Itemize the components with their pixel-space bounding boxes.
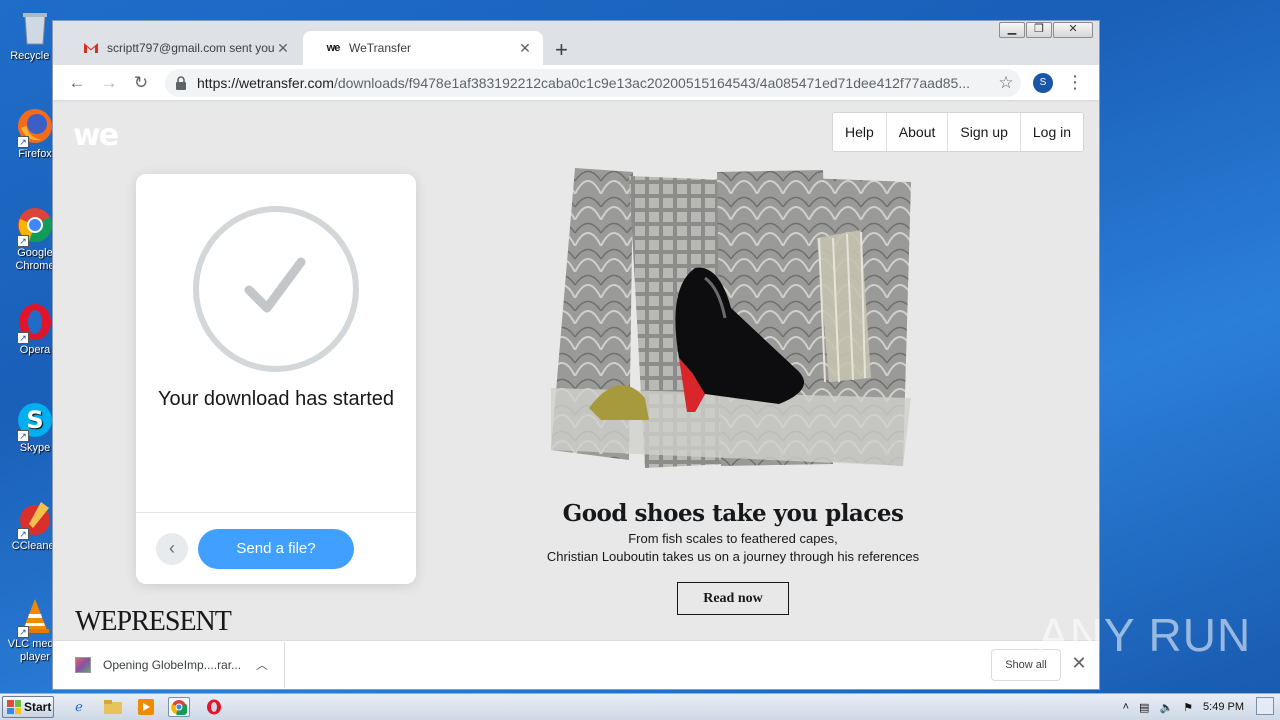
shortcut-arrow-icon: ↗ <box>17 332 29 344</box>
chrome-taskbar-icon[interactable] <box>168 697 190 717</box>
opera-icon: ↗ <box>15 302 55 344</box>
panel-divider <box>136 512 416 513</box>
download-panel: Your download has started ‹ Send a file? <box>136 174 416 584</box>
tab-gmail[interactable]: scriptt797@gmail.com sent you files ✕ <box>61 31 301 65</box>
show-desktop-button[interactable] <box>1256 697 1274 715</box>
start-label: Start <box>24 700 52 714</box>
firefox-icon: ↗ <box>15 106 55 148</box>
ccleaner-icon: ↗ <box>15 498 55 540</box>
reload-icon[interactable]: ↻ <box>129 71 153 95</box>
tray-overflow-icon[interactable]: ˄ <box>1123 701 1129 713</box>
back-chevron-button[interactable]: ‹ <box>156 533 188 565</box>
recycle-bin-icon <box>15 8 55 48</box>
tab-wetransfer[interactable]: we WeTransfer ✕ <box>303 31 543 65</box>
page-viewport: we Help About Sign up Log in Your downlo… <box>53 102 1099 640</box>
desktop-icon-label: Google Chrome <box>15 247 55 272</box>
tab-strip: scriptt797@gmail.com sent you files ✕ we… <box>53 29 1099 65</box>
wetransfer-icon: we <box>326 42 341 54</box>
chevron-up-icon[interactable]: ︿ <box>256 656 268 673</box>
chrome-icon: ↗ <box>15 205 55 247</box>
desktop-icon-label: Skype <box>19 442 51 454</box>
wepresent-logo[interactable]: WEPRESENT <box>75 606 232 638</box>
browser-window: ▁ ❐ ✕ scriptt797@gmail.com sent you file… <box>52 20 1100 690</box>
internet-explorer-icon[interactable]: ℯ <box>68 697 90 717</box>
desktop-icon-label: Opera <box>19 344 51 356</box>
shortcut-arrow-icon: ↗ <box>17 430 29 442</box>
taskbar: Start ℯ ˄ ▤ 🔈 ⚑ 5:49 PM <box>0 693 1280 720</box>
profile-avatar[interactable]: S <box>1033 73 1053 93</box>
wetransfer-logo[interactable]: we <box>73 118 119 153</box>
vlc-cone-icon: ↗ <box>15 596 55 638</box>
tab-title: scriptt797@gmail.com sent you files <box>107 41 275 55</box>
promo-subtitle-line2: Christian Louboutin takes us on a journe… <box>546 549 920 564</box>
skype-icon: S ↗ <box>15 400 55 442</box>
opera-taskbar-icon[interactable] <box>203 697 225 717</box>
shortcut-arrow-icon: ↗ <box>17 528 29 540</box>
download-status-text: Your download has started <box>157 388 395 410</box>
nav-about-link[interactable]: About <box>887 113 949 151</box>
address-bar[interactable]: https://wetransfer.com/downloads/f9478e1… <box>165 69 1021 97</box>
new-tab-button[interactable]: + <box>555 37 575 63</box>
nav-signup-link[interactable]: Sign up <box>948 113 1021 151</box>
nav-help-link[interactable]: Help <box>833 113 887 151</box>
watermark-text: ANY RUN <box>1038 609 1252 661</box>
windows-logo-icon <box>7 700 21 714</box>
shortcut-arrow-icon: ↗ <box>17 626 29 638</box>
start-button[interactable]: Start <box>2 696 54 718</box>
checkmark-circle-icon <box>193 206 359 372</box>
bookmark-star-icon[interactable]: ☆ <box>991 73 1021 93</box>
download-shelf: Opening GlobeImp....rar... ︿ Show all ✕ <box>53 640 1099 689</box>
volume-icon[interactable]: 🔈 <box>1159 701 1173 714</box>
forward-arrow-icon[interactable]: → <box>97 71 121 95</box>
back-arrow-icon[interactable]: ← <box>65 71 89 95</box>
media-player-icon[interactable] <box>135 697 157 717</box>
tab-close-icon[interactable]: ✕ <box>517 40 533 57</box>
send-file-button[interactable]: Send a file? <box>198 529 354 569</box>
url-text: https://wetransfer.com/downloads/f9478e1… <box>197 75 991 91</box>
browser-toolbar: ← → ↻ https://wetransfer.com/downloads/f… <box>53 65 1099 101</box>
gmail-icon <box>83 40 99 56</box>
tab-title: WeTransfer <box>349 41 412 55</box>
read-now-button[interactable]: Read now <box>677 582 789 615</box>
nav-login-link[interactable]: Log in <box>1021 113 1083 151</box>
file-explorer-icon[interactable] <box>102 697 124 717</box>
promo-shoe-collage-image[interactable] <box>549 168 913 474</box>
site-nav: Help About Sign up Log in <box>832 112 1085 152</box>
desktop-icon-label: Firefox <box>18 148 52 160</box>
browser-menu-icon[interactable]: ⋮ <box>1065 71 1085 93</box>
network-icon[interactable]: ▤ <box>1139 701 1149 714</box>
download-item-label: Opening GlobeImp....rar... <box>103 658 242 672</box>
promo-subtitle-line1: From fish scales to feathered capes, <box>628 531 838 546</box>
action-center-flag-icon[interactable]: ⚑ <box>1183 701 1193 714</box>
url-path: /downloads/f9478e1af383192212caba0c1c9e1… <box>333 75 970 91</box>
shortcut-arrow-icon: ↗ <box>17 235 29 247</box>
anyrun-watermark: ANY RUN <box>1038 608 1251 662</box>
url-host: https://wetransfer.com <box>197 75 334 91</box>
promo-headline: Good shoes take you places <box>562 500 904 527</box>
lock-icon <box>175 76 187 90</box>
rar-archive-icon <box>75 657 91 673</box>
clock[interactable]: 5:49 PM <box>1203 701 1244 713</box>
tab-close-icon[interactable]: ✕ <box>275 40 291 57</box>
download-item[interactable]: Opening GlobeImp....rar... ︿ <box>59 642 285 688</box>
shortcut-arrow-icon: ↗ <box>17 136 29 148</box>
